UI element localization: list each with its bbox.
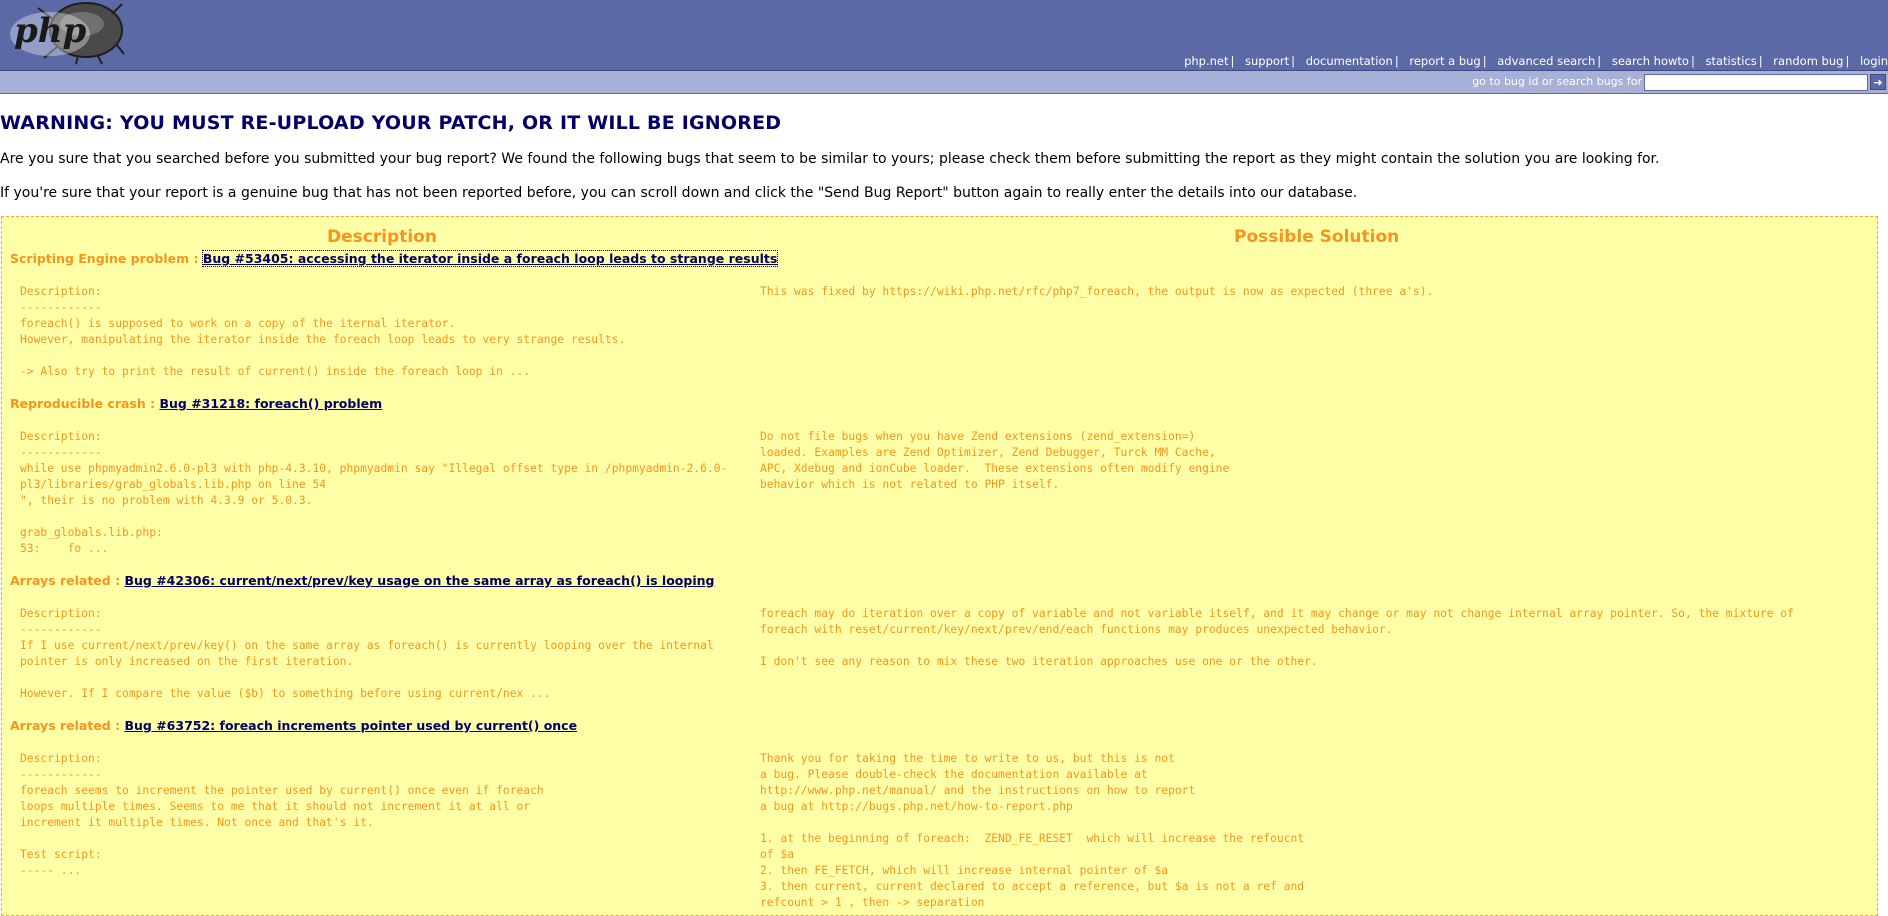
arrow-right-icon: ➜	[1873, 76, 1883, 89]
bug-category: Reproducible crash :	[10, 396, 156, 411]
search-input[interactable]	[1644, 74, 1868, 91]
top-nav: php.net | support | documentation | report …	[1184, 54, 1888, 68]
bug-description: Description: ------------ foreach seems …	[20, 752, 544, 877]
bug-solution: Do not file bugs when you have Zend exte…	[760, 430, 1230, 491]
bug-link[interactable]: Bug #63752: foreach increments pointer u…	[124, 718, 577, 733]
bug-solution: This was fixed by https://wiki.php.net/r…	[760, 285, 1434, 298]
bug-link[interactable]: Bug #42306: current/next/prev/key usage …	[124, 573, 714, 588]
php-logo[interactable]: php	[8, 0, 126, 66]
bug-category: Arrays related :	[10, 718, 121, 733]
bug-category: Arrays related :	[10, 573, 121, 588]
similar-bugs-panel: Description Possible Solution Scripting …	[1, 216, 1878, 916]
site-header: php php.net | support | documentation | rep…	[0, 0, 1888, 71]
nav-random-bug[interactable]: random bug	[1773, 54, 1843, 68]
nav-login[interactable]: login	[1860, 54, 1888, 68]
warning-heading: WARNING: YOU MUST RE-UPLOAD YOUR PATCH, …	[0, 112, 782, 134]
svg-text:php: php	[14, 11, 86, 51]
nav-statistics[interactable]: statistics	[1706, 54, 1757, 68]
nav-advanced-search[interactable]: advanced search	[1497, 54, 1595, 68]
nav-report-a-bug[interactable]: report a bug	[1409, 54, 1480, 68]
bug-heading: Arrays related : Bug #42306: current/nex…	[10, 573, 714, 588]
search-bar: go to bug id or search bugs for ➜	[0, 71, 1888, 94]
search-go-button[interactable]: ➜	[1870, 74, 1886, 90]
description-column-heading: Description	[327, 227, 437, 247]
bug-solution: Thank you for taking the time to write t…	[760, 752, 1305, 909]
nav-php-net[interactable]: php.net	[1184, 54, 1228, 68]
nav-support[interactable]: support	[1245, 54, 1289, 68]
bug-heading: Arrays related : Bug #63752: foreach inc…	[10, 718, 577, 733]
intro-paragraph-1: Are you sure that you searched before yo…	[0, 151, 1660, 167]
search-label: go to bug id or search bugs for	[1472, 75, 1642, 88]
solution-column-heading: Possible Solution	[1234, 227, 1400, 247]
bug-description: Description: ------------ while use phpm…	[20, 430, 728, 555]
nav-documentation[interactable]: documentation	[1306, 54, 1393, 68]
nav-search-howto[interactable]: search howto	[1612, 54, 1689, 68]
bug-description: Description: ------------ foreach() is s…	[20, 285, 626, 378]
bug-link[interactable]: Bug #31218: foreach() problem	[159, 396, 382, 411]
bug-heading: Scripting Engine problem : Bug #53405: a…	[10, 250, 779, 267]
bug-link[interactable]: Bug #53405: accessing the iterator insid…	[201, 250, 779, 267]
intro-paragraph-2: If you're sure that your report is a gen…	[0, 185, 1358, 201]
bug-solution: foreach may do iteration over a copy of …	[760, 607, 1794, 668]
bug-category: Scripting Engine problem :	[10, 251, 199, 266]
bug-heading: Reproducible crash : Bug #31218: foreach…	[10, 396, 382, 411]
bug-description: Description: ------------ If I use curre…	[20, 607, 714, 700]
